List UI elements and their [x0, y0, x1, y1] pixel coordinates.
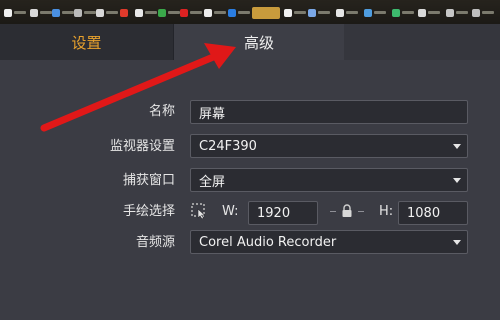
bookmark-item [120, 7, 128, 18]
capture-window-select-value: 全屏 [199, 174, 226, 190]
chevron-down-icon [453, 144, 461, 149]
dimension-link-dash [358, 211, 364, 212]
name-input[interactable]: 屏幕 [190, 100, 468, 124]
cursor-select-icon[interactable] [191, 203, 207, 219]
width-input-value: 1920 [257, 205, 291, 221]
bookmark-item [364, 7, 386, 18]
bookmark-item [228, 7, 250, 18]
browser-bookmarks-bar [0, 0, 500, 25]
bookmark-item [472, 7, 494, 18]
tab-advanced-label: 高级 [243, 33, 274, 52]
capture-window-label: 捕获窗口 [122, 173, 175, 188]
width-label: W: [222, 204, 239, 219]
chevron-down-icon [453, 178, 461, 183]
width-input[interactable]: 1920 [248, 201, 318, 225]
audio-source-select[interactable]: Corel Audio Recorder [190, 230, 468, 254]
name-label: 名称 [148, 104, 175, 119]
bookmark-item [30, 7, 52, 18]
dimension-link-dash [330, 211, 336, 212]
tab-empty-area [344, 24, 500, 60]
bookmark-item [204, 7, 226, 18]
bookmark-item-active [252, 7, 280, 19]
name-input-value: 屏幕 [199, 106, 226, 122]
monitor-select-value: C24F390 [199, 138, 257, 154]
bookmark-item [446, 7, 468, 18]
tab-settings[interactable]: 设置 [0, 24, 173, 60]
chevron-down-icon [453, 240, 461, 245]
bookmark-item [135, 7, 157, 18]
bookmark-item [308, 7, 330, 18]
monitor-setting-label: 监视器设置 [109, 139, 175, 154]
bookmark-item [418, 7, 440, 18]
bookmark-item [96, 7, 118, 18]
height-input[interactable]: 1080 [398, 201, 468, 225]
bookmark-item [52, 7, 74, 18]
monitor-select[interactable]: C24F390 [190, 134, 468, 158]
audio-source-select-value: Corel Audio Recorder [199, 234, 337, 250]
lock-icon[interactable] [340, 203, 354, 219]
audio-source-label: 音频源 [135, 235, 175, 250]
height-label: H: [379, 204, 394, 219]
height-input-value: 1080 [407, 205, 441, 221]
bookmark-item [74, 7, 96, 18]
tab-advanced[interactable]: 高级 [173, 24, 345, 60]
bookmark-item [336, 7, 358, 18]
bookmark-item [158, 7, 180, 18]
capture-window-select[interactable]: 全屏 [190, 168, 468, 192]
tab-settings-label: 设置 [71, 33, 102, 52]
tab-bar: 设置 高级 [0, 24, 500, 60]
bookmark-item [180, 7, 202, 18]
freehand-select-label: 手绘选择 [122, 204, 175, 219]
bookmark-item [4, 7, 26, 18]
bookmark-item [284, 7, 306, 18]
bookmark-item [392, 7, 414, 18]
